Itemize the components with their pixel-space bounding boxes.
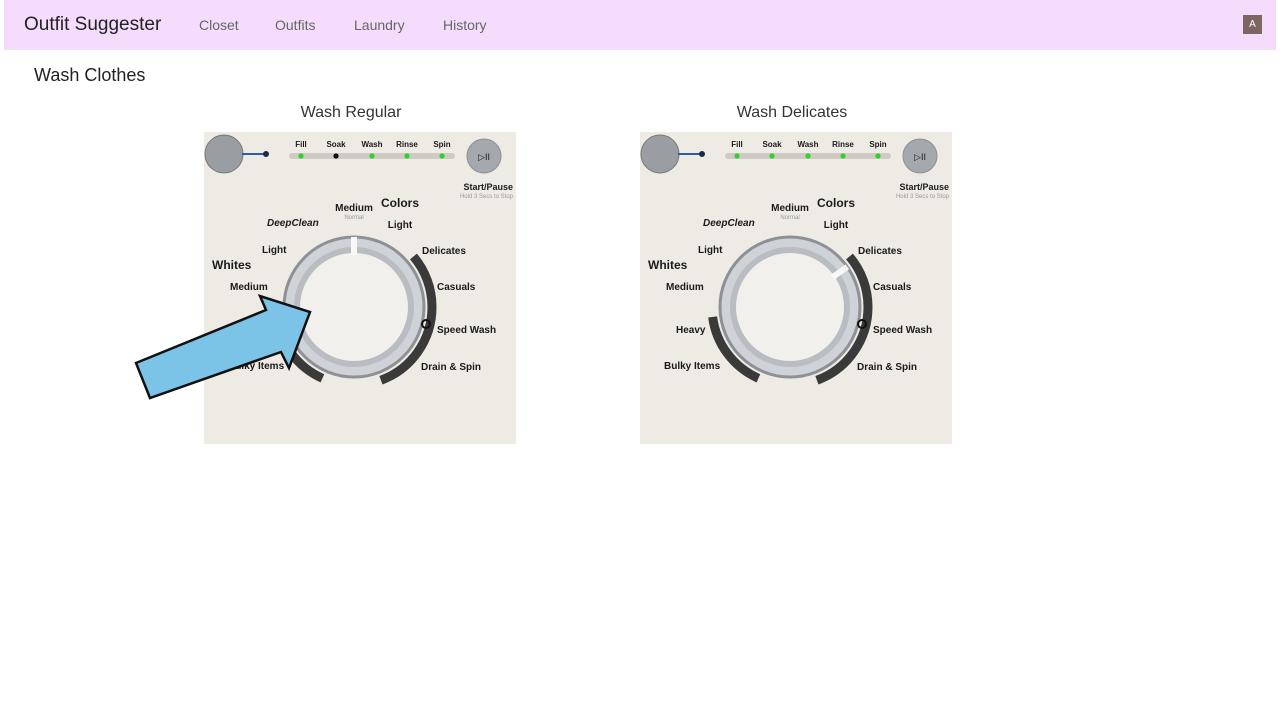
- cycle-label-light-left: Light: [698, 245, 723, 256]
- stage-label-wash: Wash: [797, 140, 818, 149]
- cycle-label-speed-wash: Speed Wash: [437, 325, 496, 336]
- stage-label-rinse: Rinse: [396, 140, 418, 149]
- cycle-label-casuals: Casuals: [437, 282, 476, 293]
- cycle-label-drain-spin: Drain & Spin: [421, 362, 481, 373]
- cycle-label-light-right: Light: [388, 220, 413, 231]
- stage-led-rinse: [404, 153, 410, 159]
- cycle-label-light-right: Light: [824, 220, 849, 231]
- cycle-label-normal: Normal: [344, 215, 363, 221]
- panel-title-wash-regular: Wash Regular: [300, 104, 402, 121]
- power-dot: [699, 151, 705, 157]
- stage-label-spin: Spin: [433, 140, 450, 149]
- cycle-label-medium-top: Medium: [771, 203, 809, 214]
- panel-title-wash-delicates: Wash Delicates: [736, 104, 848, 121]
- cycle-label-delicates: Delicates: [422, 246, 466, 257]
- cycle-label-deepclean: DeepClean: [703, 218, 755, 229]
- stage-led-spin: [875, 153, 881, 159]
- top-navbar: Outfit Suggester Closet Outfits Laundry …: [4, 0, 1276, 50]
- power-knob: [204, 134, 244, 174]
- cycle-label-colors: Colors: [381, 196, 419, 210]
- cycle-label-medium-left: Medium: [666, 282, 704, 293]
- power-knob: [640, 134, 680, 174]
- dial-face: [736, 253, 844, 361]
- cycle-label-normal: Normal: [780, 215, 799, 221]
- stage-label-soak: Soak: [762, 140, 782, 149]
- dial-face: [300, 253, 408, 361]
- stage-label-spin: Spin: [869, 140, 886, 149]
- cycle-label-drain-spin: Drain & Spin: [857, 362, 917, 373]
- stage-led-fill: [734, 153, 740, 159]
- start-pause-icon: ▷II: [478, 152, 490, 162]
- user-avatar[interactable]: A: [1243, 15, 1262, 34]
- nav-link-history[interactable]: History: [443, 17, 487, 33]
- stage-label-soak: Soak: [326, 140, 346, 149]
- start-pause-label: Start/Pause: [899, 182, 949, 192]
- cycle-label-whites: Whites: [212, 258, 252, 272]
- stage-label-rinse: Rinse: [832, 140, 854, 149]
- stage-led-wash: [369, 153, 375, 159]
- start-pause-sublabel: Hold 3 Secs to Stop: [460, 194, 514, 200]
- stage-label-fill: Fill: [295, 140, 307, 149]
- washer-dial-image-delicates: Fill Soak Wash Rinse Spin ▷II Start/Pause Hold …: [640, 132, 952, 444]
- power-dot: [263, 151, 269, 157]
- page-title: Wash Clothes: [34, 65, 146, 85]
- washer-dial-image-regular: Fill Soak Wash Rinse Spin ▷II Start/Pause Hold …: [204, 132, 516, 444]
- stage-led-fill: [298, 153, 304, 159]
- cycle-label-bulky: Bulky Items: [228, 361, 285, 372]
- start-pause-label: Start/Pause: [463, 182, 513, 192]
- nav-link-outfits[interactable]: Outfits: [275, 17, 315, 33]
- stage-led-soak: [333, 153, 339, 159]
- brand-title[interactable]: Outfit Suggester: [24, 14, 161, 36]
- cycle-label-whites: Whites: [648, 258, 688, 272]
- cycle-label-heavy: Heavy: [676, 325, 706, 336]
- cycle-label-deepclean: DeepClean: [267, 218, 319, 229]
- stage-led-spin: [439, 153, 445, 159]
- stage-led-wash: [805, 153, 811, 159]
- cycle-label-light-left: Light: [262, 245, 287, 256]
- cycle-label-delicates: Delicates: [858, 246, 902, 257]
- cycle-label-colors: Colors: [817, 196, 855, 210]
- cycle-label-bulky: Bulky Items: [664, 361, 721, 372]
- nav-link-closet[interactable]: Closet: [199, 17, 239, 33]
- stage-label-wash: Wash: [361, 140, 382, 149]
- stage-label-fill: Fill: [731, 140, 743, 149]
- cycle-label-speed-wash: Speed Wash: [873, 325, 932, 336]
- cycle-label-heavy: Heavy: [240, 325, 270, 336]
- cycle-label-casuals: Casuals: [873, 282, 912, 293]
- nav-link-laundry[interactable]: Laundry: [354, 17, 405, 33]
- stage-led-rinse: [840, 153, 846, 159]
- cycle-label-medium-top: Medium: [335, 203, 373, 214]
- start-pause-icon: ▷II: [914, 152, 926, 162]
- stage-led-soak: [769, 153, 775, 159]
- start-pause-sublabel: Hold 3 Secs to Stop: [896, 194, 950, 200]
- cycle-label-medium-left: Medium: [230, 282, 268, 293]
